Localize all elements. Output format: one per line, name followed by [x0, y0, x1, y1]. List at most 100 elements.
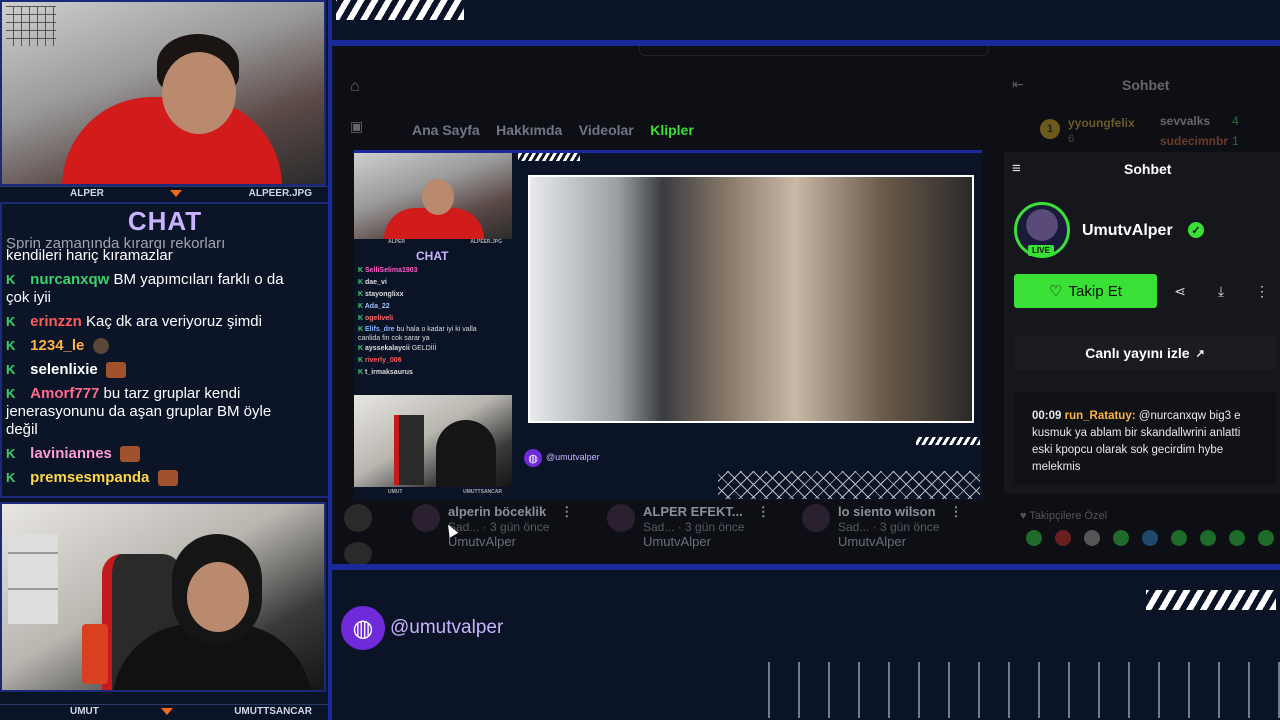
globe-icon: ◍: [341, 606, 385, 650]
chat-text-cont2: değil: [6, 421, 38, 438]
mini-chat-line: K stayonglixx: [358, 291, 404, 298]
clip-title[interactable]: lo siento wilson: [838, 504, 936, 519]
followers-only-label: ♥ Takipçilere Özel: [1020, 510, 1108, 522]
streamer-face: [162, 52, 236, 134]
chat-text: bu tarz gruplar kendi: [103, 385, 241, 402]
watch-live-button[interactable]: Canlı yayını izle ↗: [1014, 336, 1276, 370]
more-options-icon[interactable]: ⋮: [1248, 277, 1276, 305]
clip-card[interactable]: ALPER EFEKT... ⋮ Sad... · 3 gün önce Umut…: [607, 504, 787, 549]
share-icon[interactable]: ⋖: [1166, 277, 1194, 305]
nameplate-triangle-icon: [160, 708, 173, 715]
more-icon[interactable]: ⋮: [950, 504, 963, 519]
external-link-icon: ↗: [1195, 347, 1205, 360]
mini-user: Elifs_dre: [365, 326, 395, 333]
mini-user: ogeliveli: [365, 315, 394, 322]
leader-user-1: yyoungfelix: [1068, 116, 1135, 130]
clip-card[interactable]: alperin böceklik ⋮ Sad... · 3 gün önce Um…: [412, 504, 592, 549]
chat-message: K Amorf777 bu tarz gruplar kendi jeneras…: [6, 385, 324, 439]
library-icon[interactable]: ▣: [350, 118, 363, 135]
clip-avatar: [607, 504, 635, 532]
clip-author[interactable]: UmutvAlper: [448, 534, 592, 549]
nameplate-triangle-icon: [170, 190, 183, 197]
more-icon[interactable]: ⋮: [757, 504, 770, 519]
mini-nameplate: ALPER ALPEER.JPG: [354, 239, 512, 247]
chat-message: K laviniannes: [6, 445, 324, 463]
clip-author[interactable]: UmutvAlper: [643, 534, 787, 549]
mini-user: t_irmaksaurus: [365, 369, 413, 376]
live-badge: LIVE: [1028, 245, 1054, 256]
chat-user[interactable]: laviniannes: [30, 445, 112, 462]
msg-user[interactable]: run_Ratatuy:: [1065, 410, 1136, 422]
chat-user[interactable]: selenlixie: [30, 361, 98, 378]
clip-time: 3 gün önce: [880, 520, 940, 534]
emote-icon[interactable]: [1229, 530, 1245, 546]
mini-right-name: ALPEER.JPG: [470, 239, 502, 245]
watch-live-label: Canlı yayını izle: [1085, 345, 1190, 361]
tab-clips[interactable]: Klipler: [650, 122, 694, 138]
mini-chat: K SelliSelima1903 K dae_vi K stayonglixx…: [354, 265, 512, 379]
webcam-top: [0, 0, 326, 186]
clip-title[interactable]: alperin böceklik: [448, 504, 546, 519]
follow-label: Takip Et: [1068, 282, 1122, 300]
emote-icon: [120, 446, 141, 463]
footer-handle: @umutvalper: [390, 617, 504, 638]
follow-button[interactable]: ♡ Takip Et: [1014, 274, 1157, 308]
chat-user[interactable]: premsesmpanda: [30, 469, 149, 486]
clip-avatar[interactable]: [344, 504, 372, 532]
tab-home[interactable]: Ana Sayfa: [412, 122, 480, 138]
channel-name[interactable]: UmutvAlper: [1082, 222, 1173, 240]
chat-message: K erinzzn Kaç dk ara veriyoruz şimdi: [6, 313, 324, 331]
decor-arrow-pattern: [740, 662, 1280, 718]
chat-user[interactable]: nurcanxqw: [30, 271, 109, 288]
nameplate-left: ALPER: [70, 188, 104, 199]
mini-text: bu hala o kadar iyi ki valla: [396, 326, 477, 333]
mini-stripes: [518, 153, 580, 161]
kick-badge-icon: K: [6, 314, 16, 329]
mini-b-left: UMUT: [388, 489, 403, 495]
clip-meta: Sad... · 3 gün önce: [448, 520, 550, 534]
msg-text: @nurcanxqw big3 e kusmuk ya ablam bir sk…: [1032, 410, 1241, 473]
emote-icon[interactable]: [1055, 530, 1071, 546]
chat-user[interactable]: Amorf777: [30, 385, 99, 402]
chat-collapse-icon[interactable]: ≡: [1012, 160, 1021, 177]
mini-user: SelliSelima1903: [365, 267, 418, 274]
kick-badge-icon: K: [6, 446, 16, 461]
emote-icon[interactable]: [1142, 530, 1158, 546]
tab-about[interactable]: Hakkımda: [496, 122, 562, 138]
decor-blue-line-bottom: [330, 564, 1280, 570]
mini-chat-line: K Elifs_dre bu hala o kadar iyi ki valla: [358, 326, 477, 333]
kick-badge-icon: K: [6, 272, 16, 287]
clip-meta: Sad... · 3 gün önce: [838, 520, 940, 534]
mini-user: Ada_22: [364, 303, 390, 310]
emote-icon[interactable]: [1084, 530, 1100, 546]
mini-chat-line: K riverly_006: [358, 357, 402, 364]
leader-count: 6: [1068, 133, 1075, 145]
clip-time: 3 gün önce: [685, 520, 745, 534]
tab-videos[interactable]: Videolar: [579, 122, 634, 138]
video-frame: [528, 175, 974, 423]
home-icon[interactable]: ⌂: [350, 78, 360, 96]
chat-fragment-2: kendileri hariç kıramazlar: [6, 247, 173, 264]
clip-author[interactable]: UmutvAlper: [838, 534, 982, 549]
more-icon[interactable]: ⋮: [560, 504, 573, 519]
emote-icon[interactable]: [1171, 530, 1187, 546]
download-icon[interactable]: ⤓: [1207, 277, 1235, 305]
rank-number: 1: [1046, 123, 1054, 135]
emote-icon[interactable]: [1258, 530, 1274, 546]
wall-grid: [6, 6, 56, 46]
clip-time: 3 gün önce: [490, 520, 550, 534]
clip-avatar[interactable]: [344, 542, 372, 566]
emote-icon[interactable]: [1026, 530, 1042, 546]
kick-badge-icon: K: [6, 386, 16, 401]
chat-collapse-icon-behind[interactable]: ⇤: [1012, 76, 1024, 93]
nameplate-top: ALPER ALPEER.JPG: [0, 186, 330, 200]
clip-title[interactable]: ALPER EFEKT...: [643, 504, 743, 519]
chat-user[interactable]: erinzzn: [30, 313, 82, 330]
channel-nav: Ana Sayfa Hakkımda Videolar Klipler: [412, 122, 706, 140]
emote-icon[interactable]: [1113, 530, 1129, 546]
emote-icon[interactable]: [1200, 530, 1216, 546]
chat-user[interactable]: 1234_le: [30, 337, 84, 354]
chat-panel: CHAT Şprin zamanında kırargı rekorları k…: [0, 202, 330, 498]
heart-icon: ♡: [1049, 283, 1063, 300]
clip-card[interactable]: lo siento wilson ⋮ Sad... · 3 gün önce Um…: [802, 504, 982, 549]
